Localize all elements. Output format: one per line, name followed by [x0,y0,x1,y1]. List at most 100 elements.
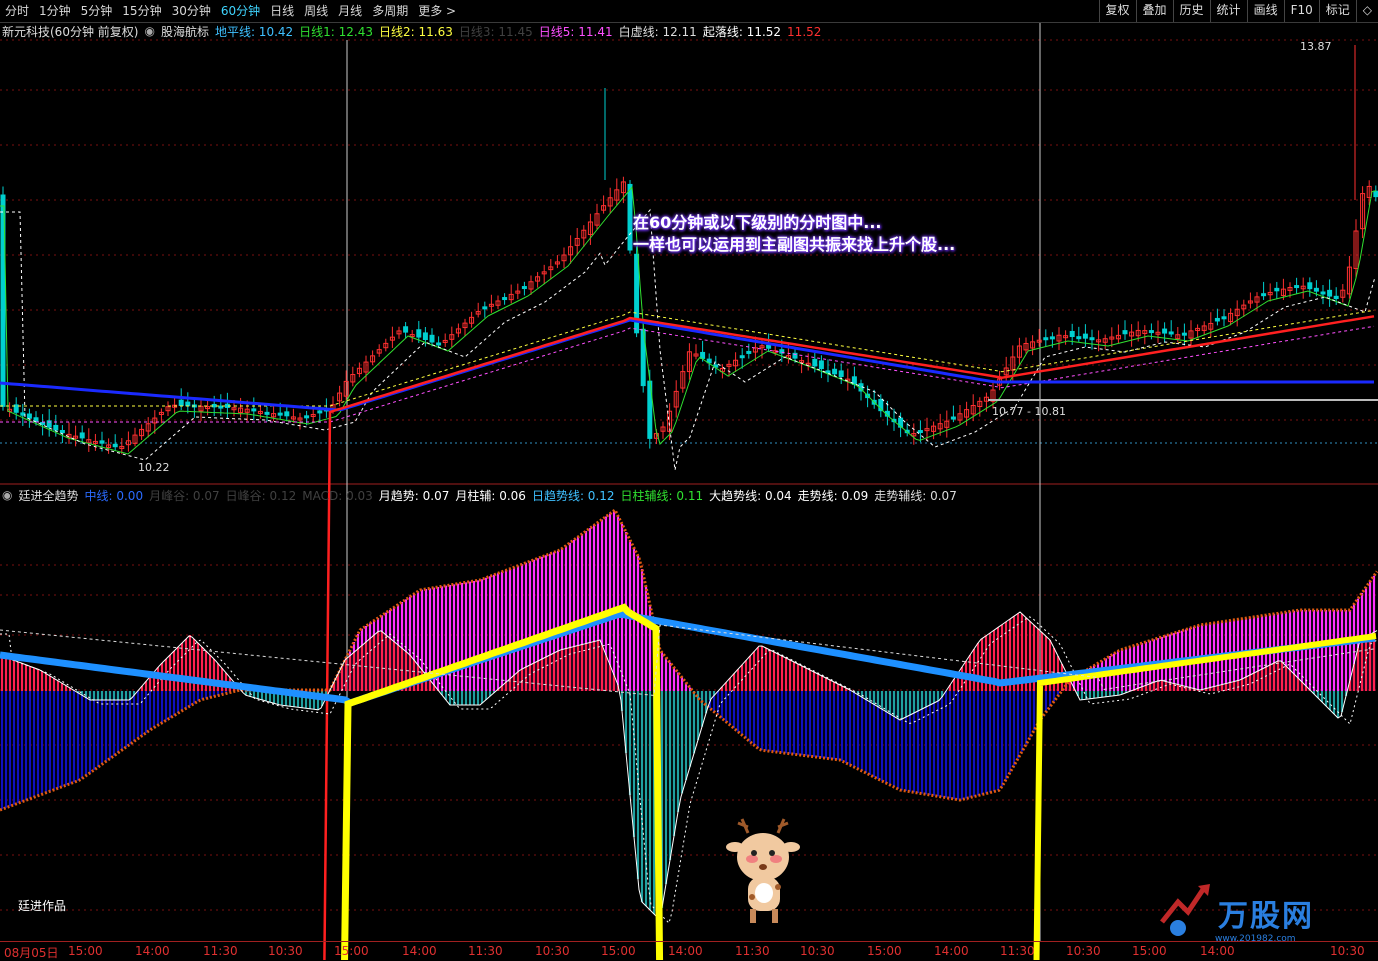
candle-body [1182,333,1186,335]
tool-button[interactable]: 叠加 [1136,0,1173,22]
indicator-value: 地平线: 10.42 [215,25,293,39]
candle-body [186,402,190,406]
period-tab[interactable]: 更多 > [413,0,461,22]
candle-body [318,411,322,413]
candle-body [813,359,817,366]
time-label: 14:00 [934,944,969,958]
period-tab[interactable]: 日线 [265,0,299,22]
tool-button[interactable]: 复权 [1099,0,1136,22]
time-label: 10:30 [535,944,570,958]
candle-body [1044,338,1048,340]
time-label: 14:00 [135,944,170,958]
indicator-value: 走势辅线: 0.07 [874,489,957,503]
sub-indicator-name[interactable]: 廷进全趋势 [18,487,78,504]
candle-body [1083,334,1087,338]
tool-button[interactable]: F10 [1284,0,1319,22]
period-tab[interactable]: 周线 [299,0,333,22]
candle-body [423,333,427,340]
period-tab[interactable]: 月线 [333,0,367,22]
annotation-line: 一样也可以运用到主副图共振来找上升个股... [633,234,955,256]
candle-body [1215,318,1219,321]
deer-mascot-icon [720,815,810,930]
period-tab[interactable]: 多周期 [367,0,413,22]
candle-body [80,433,84,438]
time-label: 11:30 [1000,944,1035,958]
candle-body [34,418,38,421]
time-label: 11:30 [203,944,238,958]
time-label: 10:30 [1066,944,1101,958]
indicator-value: 白虚线: 12.11 [619,25,697,39]
period-tab[interactable]: 30分钟 [167,0,216,22]
indicator-value: 日峰谷: 0.12 [226,489,297,503]
watermark-text: 万股网 [1218,891,1314,935]
candle-body [100,441,104,443]
time-label: 15:00 [68,944,103,958]
candle-body [1090,338,1094,340]
candle-body [839,371,843,377]
period-tab[interactable]: 60分钟 [216,0,265,22]
candle-body [113,444,117,446]
candle-body [1123,331,1127,334]
candle-body [1374,191,1378,196]
indicator-value: 日趋势线: 0.12 [532,489,615,503]
candle-body [54,425,58,430]
time-label: 11:30 [468,944,503,958]
tool-button[interactable]: ◇ [1356,0,1378,22]
time-axis: 08月05日15:0014:0011:3010:3015:0014:0011:3… [0,941,1378,961]
period-toolbar: 分时1分钟5分钟15分钟30分钟60分钟日线周线月线多周期更多 > 复权叠加历史… [0,0,1378,23]
candle-body [522,287,526,289]
candle-body [179,400,183,405]
kline-chart-canvas[interactable] [0,0,1378,960]
candle-body [833,369,837,374]
indicator-value: 11.52 [787,25,821,39]
candle-body [252,409,256,411]
candle-body [819,361,823,369]
candle-body [1222,317,1226,319]
candle-body [305,416,309,418]
candle-body [1262,294,1266,296]
candle-body [1275,288,1279,290]
candle-body [918,431,922,433]
candle-body [430,335,434,342]
tool-button[interactable]: 统计 [1210,0,1247,22]
candle-body [951,417,955,419]
indicator-value: 日线3: 11.45 [459,25,533,39]
candle-body [1149,331,1153,333]
candle-body [437,343,441,345]
indicator-value: 起落线: 11.52 [703,25,781,39]
indicator-settings-icon[interactable]: ◉ [144,24,154,38]
main-indicator-name[interactable]: 股海航标 [161,23,209,40]
indicator-settings-icon[interactable]: ◉ [2,488,12,502]
period-tab[interactable]: 5分钟 [76,0,118,22]
tool-button[interactable]: 画线 [1247,0,1284,22]
indicator-value: 日线5: 11.41 [539,25,613,39]
time-label: 10:30 [1330,944,1365,958]
indicator-value: 日线1: 12.43 [299,25,373,39]
candle-body [1077,337,1081,339]
indicator-value: 日线2: 11.63 [379,25,453,39]
candle-body [628,184,632,250]
period-tab[interactable]: 15分钟 [117,0,166,22]
indicator-value: MACD: 0.03 [302,489,373,503]
max-price-label: 13.87 [1300,40,1332,53]
time-label: 11:30 [735,944,770,958]
candle-body [278,413,282,415]
time-label: 14:00 [1200,944,1235,958]
main-indicator-bar: 新元科技(60分钟 前复权) ◉ 股海航标 地平线: 10.42 日线1: 12.… [2,23,827,39]
tool-button[interactable]: 历史 [1173,0,1210,22]
period-tab[interactable]: 1分钟 [34,0,76,22]
tool-button[interactable]: 标记 [1319,0,1356,22]
candle-body [27,414,31,418]
candle-body [1321,292,1325,294]
stock-title[interactable]: 新元科技(60分钟 前复权) [2,23,138,40]
time-label: 15:00 [601,944,636,958]
indicator-value: 月柱辅: 0.06 [455,489,526,503]
candle-body [1328,290,1332,296]
candle-body [1169,332,1173,334]
period-tab[interactable]: 分时 [0,0,34,22]
candle-body [1295,286,1299,288]
period-tabs: 分时1分钟5分钟15分钟30分钟60分钟日线周线月线多周期更多 > [0,0,461,22]
time-label: 15:00 [334,944,369,958]
min-price-label: 10.22 [138,461,170,474]
candle-body [1334,296,1338,298]
